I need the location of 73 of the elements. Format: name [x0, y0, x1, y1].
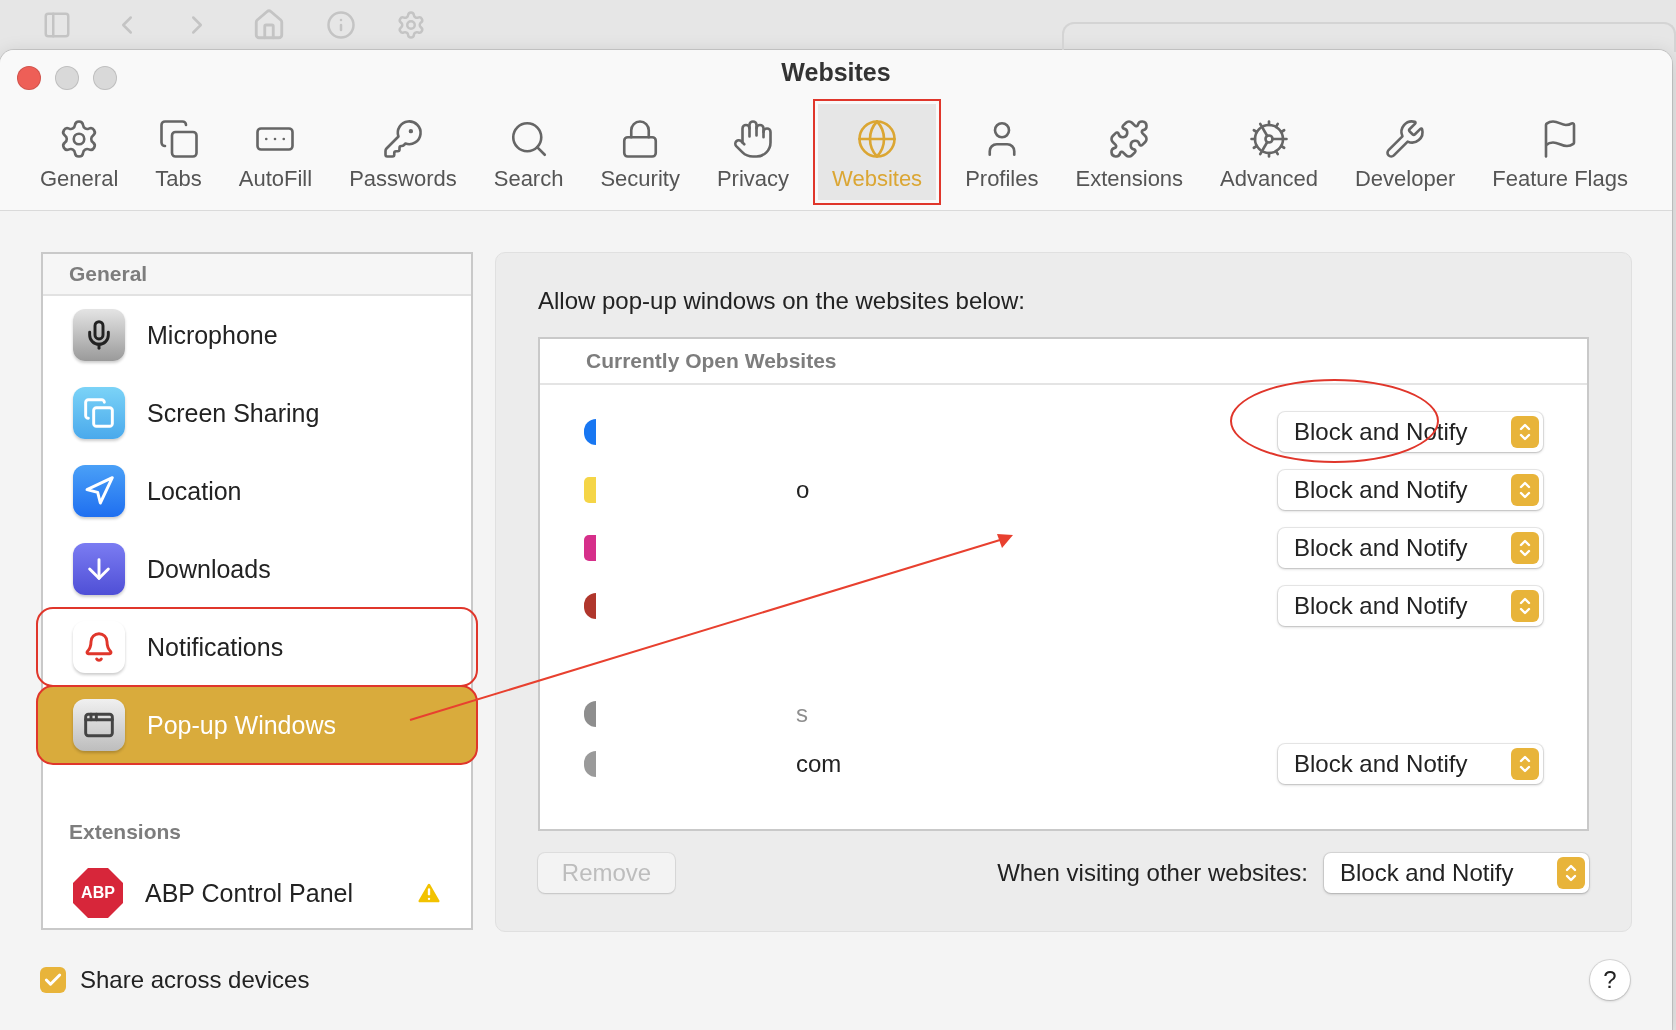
item-label: Microphone	[147, 320, 279, 350]
popup-value: Block and Notify	[1294, 476, 1468, 504]
toolbar-tab[interactable]: Feature Flags	[1484, 104, 1636, 200]
microphone-icon	[73, 309, 125, 361]
home-icon	[252, 8, 286, 42]
item-label: Downloads	[147, 554, 272, 584]
toolbar-tab[interactable]: Passwords	[341, 104, 465, 200]
popup-menu[interactable]: Block and Notify	[1278, 586, 1543, 626]
download-icon	[73, 543, 125, 595]
toolbar-tab[interactable]: Security	[592, 104, 688, 200]
popup-menu[interactable]: Block and Notify	[1324, 853, 1589, 893]
toolbar-tab[interactable]: Search	[485, 104, 572, 200]
close-button[interactable]	[17, 66, 41, 90]
wrench-icon	[1384, 118, 1427, 160]
section-header: General	[43, 254, 471, 296]
help-button[interactable]: ?	[1590, 960, 1630, 1000]
toolbar-tab[interactable]: Extensions	[1067, 104, 1192, 200]
toolbar-tab[interactable]: Tabs	[147, 104, 210, 200]
toolbar-tab[interactable]: General	[32, 104, 127, 200]
stepper-icon	[1511, 748, 1539, 780]
item-label: Pop-up Windows	[147, 710, 337, 740]
sidebar-item[interactable]: ABP ABP Control Panel	[43, 854, 471, 932]
website-name: s	[796, 700, 808, 728]
stepper-icon	[1557, 857, 1585, 889]
window-title: Websites	[781, 57, 891, 87]
website-name: o	[796, 476, 810, 504]
popup-value: Block and Notify	[1340, 859, 1514, 887]
popup-value: Block and Notify	[1294, 750, 1468, 778]
stop-sign-icon: ABP	[73, 868, 123, 918]
popup-value: Block and Notify	[1294, 534, 1468, 562]
stepper-icon	[1511, 590, 1539, 622]
zoom-button[interactable]	[93, 66, 117, 90]
sidebar-item[interactable]: Notifications	[37, 608, 477, 686]
sidebar-item[interactable]: Screen Sharing	[43, 374, 471, 452]
key-icon	[381, 118, 424, 160]
toolbar-tab[interactable]: Profiles	[957, 104, 1047, 200]
info-icon	[326, 10, 356, 40]
toolbar-tab[interactable]: AutoFill	[230, 104, 321, 200]
website-name: com	[796, 750, 842, 778]
windows-icon	[73, 387, 125, 439]
sidebar-item[interactable]: Microphone	[43, 296, 471, 374]
stepper-icon	[1511, 416, 1539, 448]
globe-icon	[856, 118, 899, 160]
gear-icon	[1248, 118, 1291, 160]
window-icon	[73, 699, 125, 751]
toolbar-tab[interactable]: Developer	[1346, 104, 1464, 200]
section-header: Extensions	[68, 819, 183, 845]
item-label: Screen Sharing	[147, 398, 321, 428]
item-label: Location	[147, 476, 243, 506]
tabs-icon	[157, 118, 200, 160]
hand-icon	[732, 118, 774, 160]
popup-menu[interactable]: Block and Notify	[1278, 470, 1543, 510]
sidebar-icon	[42, 10, 72, 40]
sidebar-item[interactable]: Downloads	[43, 530, 471, 608]
toolbar-tab[interactable]: Privacy	[708, 104, 798, 200]
item-label: ABP Control Panel	[145, 878, 354, 908]
other-websites-label: When visiting other websites:	[997, 859, 1308, 887]
minimize-button[interactable]	[55, 66, 79, 90]
popup-menu[interactable]: Block and Notify	[1278, 528, 1543, 568]
stepper-icon	[1511, 474, 1539, 506]
popup-value: Block and Notify	[1294, 592, 1468, 620]
sidebar-item[interactable]: Location	[43, 452, 471, 530]
stepper-icon	[1511, 532, 1539, 564]
checkbox[interactable]	[40, 967, 66, 993]
puzzle-icon	[1108, 118, 1151, 160]
item-label: Notifications	[147, 632, 285, 662]
popup-menu[interactable]: Block and Notify	[1278, 744, 1543, 784]
panel-heading: Allow pop-up windows on the websites below:	[538, 287, 1026, 316]
gear-icon	[396, 10, 426, 40]
toolbar-tab[interactable]: Advanced	[1212, 104, 1326, 200]
bell-icon	[73, 621, 125, 673]
table-header: Currently Open Websites	[540, 339, 1587, 385]
checkbox-label: Share across devices	[80, 966, 310, 994]
